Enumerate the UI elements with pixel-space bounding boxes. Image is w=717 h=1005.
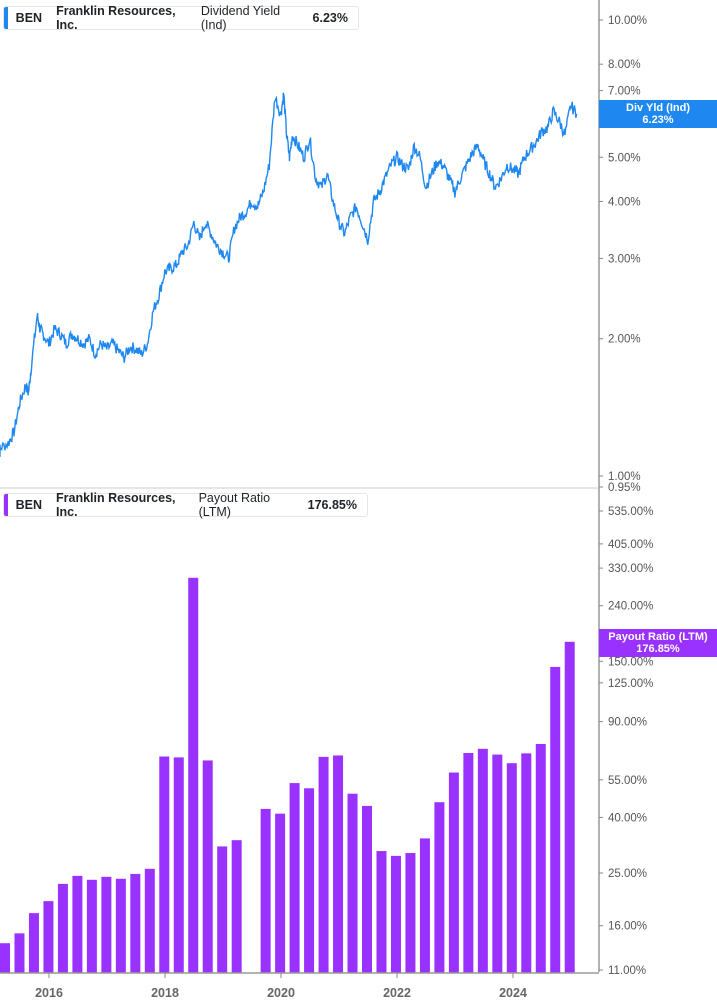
flag-value: 6.23% — [642, 114, 674, 126]
payout-ratio-bar — [405, 853, 416, 973]
payout-ratio-bar — [28, 913, 39, 973]
y-tick-label: 40.00% — [608, 812, 647, 824]
y-tick-label: 405.00% — [608, 539, 653, 551]
payout-ratio-bar — [390, 855, 401, 973]
top-y-axis: 10.00%8.00%7.00%6.00%5.00%4.00%3.00%2.00… — [0, 0, 647, 494]
flag-label: Div Yld (Ind) — [626, 102, 690, 114]
bottom-y-axis: 535.00% 405.00% 330.00% 240.00% 150.00% 125.0… — [598, 488, 653, 977]
x-axis: 2016 2018 2020 2022 2024 — [0, 972, 599, 1000]
payout-ratio-bars — [0, 577, 575, 973]
chart-canvas: 10.00%8.00%7.00%6.00%5.00%4.00%3.00%2.00… — [0, 0, 653, 1000]
y-tick-label: 4.00% — [608, 196, 641, 208]
y-tick-label: 2.00% — [608, 334, 641, 346]
payout-ratio-bar — [57, 883, 68, 973]
y-tick-label: 25.00% — [608, 868, 647, 880]
payout-ratio-bar — [144, 868, 155, 973]
current-value-flag-payout-ratio: Payout Ratio (LTM) 176.85% — [599, 629, 717, 657]
y-tick-label: 55.00% — [608, 775, 647, 787]
payout-ratio-bar — [14, 933, 25, 973]
payout-ratio-bar — [115, 878, 126, 973]
payout-ratio-bar — [130, 873, 141, 973]
payout-ratio-bar — [521, 753, 532, 973]
dividend-yield-line-plot — [0, 92, 578, 457]
payout-ratio-bar — [333, 755, 344, 973]
payout-ratio-bar — [376, 851, 387, 973]
y-tick-label: 0.95% — [608, 482, 641, 494]
x-tick-label: 2020 — [267, 986, 295, 1000]
y-tick-label: 3.00% — [608, 253, 641, 265]
payout-ratio-bar — [506, 763, 517, 973]
payout-ratio-bar — [188, 577, 199, 973]
payout-ratio-bar — [260, 808, 271, 973]
payout-ratio-bar — [202, 760, 213, 973]
payout-ratio-bar — [72, 875, 83, 973]
payout-ratio-bar — [217, 846, 228, 973]
payout-ratio-bar — [275, 813, 286, 973]
payout-ratio-bar — [550, 666, 561, 973]
y-tick-label: 150.00% — [608, 656, 653, 668]
y-tick-label: 240.00% — [608, 601, 653, 613]
payout-ratio-bar — [463, 753, 474, 973]
y-tick-label: 10.00% — [608, 15, 647, 27]
y-tick-label: 330.00% — [608, 563, 653, 575]
x-tick-label: 2016 — [35, 986, 63, 1000]
payout-ratio-bar — [318, 756, 329, 973]
payout-ratio-bar — [347, 793, 358, 973]
payout-ratio-bar — [362, 805, 372, 973]
payout-ratio-bar — [535, 743, 546, 973]
payout-ratio-bar — [0, 943, 10, 973]
payout-ratio-bar — [492, 754, 503, 973]
payout-ratio-bar — [101, 876, 112, 973]
payout-ratio-bar — [477, 748, 488, 973]
payout-ratio-bar — [419, 838, 430, 973]
y-tick-label: 5.00% — [608, 152, 641, 164]
y-tick-label: 125.00% — [608, 678, 653, 690]
y-tick-label: 90.00% — [608, 717, 647, 729]
x-tick-label: 2018 — [151, 986, 179, 1000]
payout-ratio-bar — [448, 772, 459, 973]
payout-ratio-bar — [231, 840, 242, 973]
payout-ratio-bar — [173, 757, 184, 973]
y-tick-label: 7.00% — [608, 86, 641, 98]
x-tick-label: 2024 — [499, 986, 527, 1000]
payout-ratio-bar — [43, 901, 54, 973]
y-tick-label: 8.00% — [608, 59, 641, 71]
x-tick-label: 2022 — [383, 986, 411, 1000]
payout-ratio-bar — [434, 802, 445, 973]
payout-ratio-bar — [289, 783, 300, 973]
y-tick-label: 11.00% — [608, 965, 646, 977]
flag-label: Payout Ratio (LTM) — [608, 631, 708, 643]
payout-ratio-bar — [86, 879, 97, 973]
payout-ratio-bar — [304, 788, 315, 973]
y-tick-label: 16.00% — [608, 921, 647, 933]
payout-ratio-bar — [564, 641, 575, 973]
y-tick-label: 535.00% — [608, 506, 653, 518]
flag-value: 176.85% — [636, 643, 680, 655]
payout-ratio-bar — [159, 756, 170, 973]
dividend-yield-series-line — [0, 92, 578, 457]
current-value-flag-dividend-yield: Div Yld (Ind) 6.23% — [599, 100, 717, 128]
